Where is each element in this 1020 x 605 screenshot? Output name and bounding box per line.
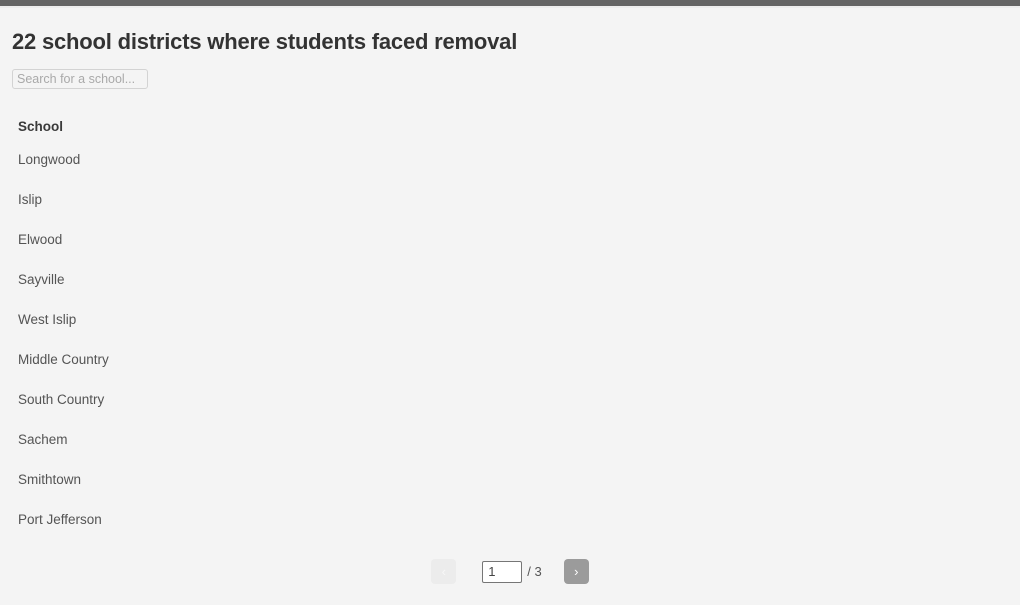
table-row[interactable]: Sayville <box>12 259 1008 299</box>
page-title: 22 school districts where students faced… <box>12 29 518 54</box>
table-row[interactable]: Middle Country <box>12 339 1008 379</box>
cell-school: Sayville <box>18 271 65 287</box>
table-row[interactable]: West Islip <box>12 299 1008 339</box>
next-page-button[interactable]: › <box>563 559 589 584</box>
page-content: 22 school districts where students faced… <box>0 8 1020 539</box>
cell-school: South Country <box>18 391 105 407</box>
table-row[interactable]: Port Jefferson <box>12 499 1008 539</box>
cell-school: West Islip <box>18 311 77 327</box>
column-header-school[interactable]: School <box>12 113 1008 139</box>
table-row[interactable]: Elwood <box>12 219 1008 259</box>
table-row[interactable]: South Country <box>12 379 1008 419</box>
table-row[interactable]: Islip <box>12 179 1008 219</box>
cell-school: Islip <box>18 191 43 207</box>
cell-school: Sachem <box>18 431 68 447</box>
search-row <box>12 69 1008 91</box>
table-header-row: School <box>12 113 1008 139</box>
table-row[interactable]: Sachem <box>12 419 1008 459</box>
cell-school: Elwood <box>18 231 63 247</box>
school-table: School Longwood Islip Elwood Sayville We… <box>12 113 1008 539</box>
page-number-input[interactable] <box>482 560 523 583</box>
cell-school: Longwood <box>18 151 81 167</box>
app-root: 22 school districts where students faced… <box>0 0 1020 605</box>
table-row[interactable]: Smithtown <box>12 459 1008 499</box>
cell-school: Middle Country <box>18 351 109 367</box>
table-head: School <box>12 113 1008 139</box>
search-input[interactable] <box>12 69 148 89</box>
pagination: ‹ / 3 › <box>0 559 1020 584</box>
previous-page-button[interactable]: ‹ <box>431 559 457 584</box>
table-body: Longwood Islip Elwood Sayville West Isli… <box>12 139 1008 539</box>
table-row[interactable]: Longwood <box>12 139 1008 179</box>
cell-school: Port Jefferson <box>18 511 102 527</box>
page-total-label: / 3 <box>527 564 542 579</box>
cell-school: Smithtown <box>18 471 82 487</box>
